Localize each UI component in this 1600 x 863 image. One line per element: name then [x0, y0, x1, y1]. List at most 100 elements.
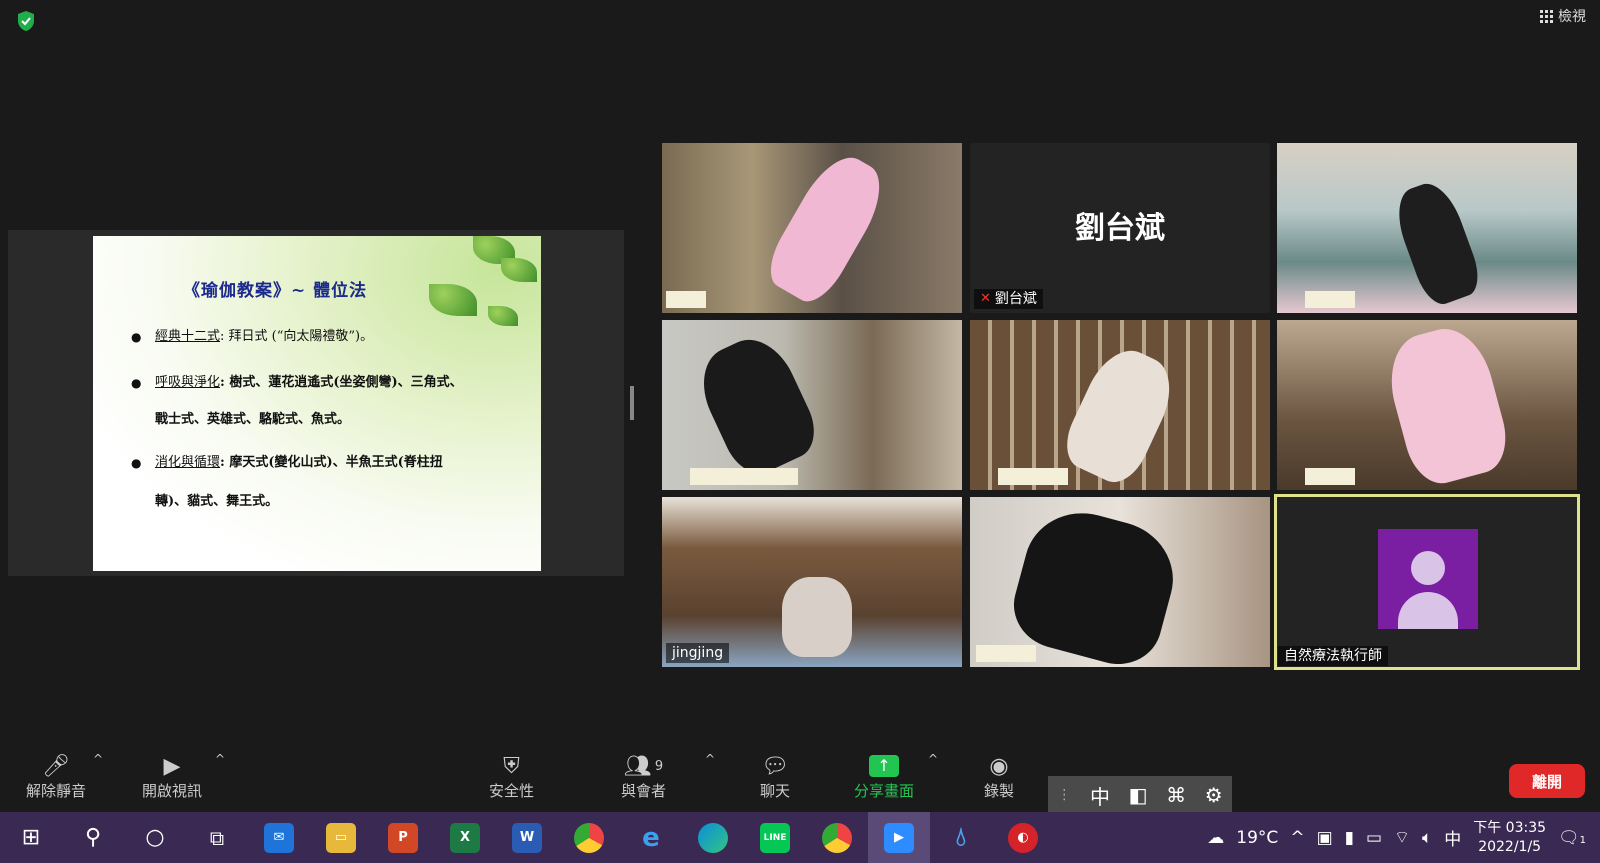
explorer-app[interactable]: ▭ — [310, 812, 372, 863]
weather-temp[interactable]: 19°C — [1236, 828, 1278, 848]
task-view-button[interactable]: ⧉ — [186, 812, 248, 863]
name-label: jingjing — [666, 643, 730, 663]
powerpoint-app[interactable]: P — [372, 812, 434, 863]
ime-width-icon[interactable]: ◧ — [1129, 783, 1148, 807]
leaf-decoration — [429, 284, 477, 316]
start-video-button[interactable]: ▶ 開啟視訊 — [142, 752, 202, 801]
video-tile[interactable] — [1277, 143, 1577, 313]
drop-app[interactable]: 💧︎ — [930, 812, 992, 863]
cortana-button[interactable]: ○ — [124, 812, 186, 863]
security-button[interactable]: ⛨ 安全性 — [489, 752, 534, 801]
chat-button[interactable]: 💬︎ 聊天 — [758, 752, 792, 801]
search-button[interactable]: ⚲ — [62, 812, 124, 863]
audio-options-caret-icon[interactable]: ^ — [93, 752, 103, 766]
participants-button[interactable]: 👥︎ 9 與會者 — [621, 752, 666, 801]
clock[interactable]: 下午 03:35 2022/1/5 — [1473, 819, 1546, 857]
name-label — [666, 291, 706, 308]
muted-mic-icon: ✕ — [980, 291, 991, 306]
mail-app[interactable]: ✉ — [248, 812, 310, 863]
chrome-app-2[interactable] — [806, 812, 868, 863]
video-options-caret-icon[interactable]: ^ — [215, 752, 225, 766]
excel-icon: X — [450, 822, 480, 853]
word-icon: W — [512, 822, 542, 853]
slide-title: 《瑜伽教案》~ 體位法 — [183, 281, 368, 301]
ime-toolbar: ⋮ 中 ◧ ⌘ ⚙ — [1048, 776, 1232, 814]
participant-video — [1004, 499, 1186, 667]
line-app[interactable]: LINE — [744, 812, 806, 863]
zoom-meeting-window: 檢視 《瑜伽教案》~ 體位法 經典十二式: 拜日式 (“向太陽禮敬”)。 呼吸與… — [0, 0, 1600, 814]
record-icon: ◉ — [989, 753, 1009, 779]
slide-bullet-cont: 轉)、貓式、舞王式。 — [155, 494, 279, 509]
zoom-icon: ▶ — [884, 822, 914, 853]
view-button[interactable]: 檢視 — [1540, 6, 1586, 26]
mail-icon: ✉ — [264, 822, 294, 853]
ime-punctuation-icon[interactable]: ⌘ — [1166, 783, 1186, 807]
zoom-app[interactable]: ▶ — [868, 812, 930, 863]
participants-caret-icon[interactable]: ^ — [705, 752, 715, 766]
avatar — [1378, 529, 1478, 629]
system-tray: ☁ 19°C ^ ▣ ▮ ▭ ⌔ 🔈︎ 中 下午 03:35 2022/1/5 … — [1207, 812, 1600, 863]
leaf-decoration — [488, 306, 518, 326]
wifi-icon[interactable]: ⌔ — [1394, 827, 1410, 848]
record-button[interactable]: ◉ 錄製 — [982, 752, 1016, 801]
chat-icon: 💬︎ — [761, 753, 789, 779]
video-tile[interactable]: 劉台斌 ✕ 劉台斌 — [970, 143, 1270, 313]
active-speaker-tile[interactable]: 自然療法執行師 — [1274, 494, 1580, 670]
name-label — [976, 645, 1036, 662]
edge-app[interactable] — [682, 812, 744, 863]
edge-icon — [698, 822, 728, 853]
video-tile[interactable] — [662, 320, 962, 490]
participant-name-large: 劉台斌 — [1075, 211, 1165, 246]
chrome-icon — [822, 822, 852, 853]
security-shield-icon[interactable] — [16, 10, 36, 32]
volume-icon[interactable]: 🔈︎ — [1422, 828, 1432, 848]
leave-button[interactable]: 離開 — [1509, 764, 1585, 798]
chrome-app[interactable] — [558, 812, 620, 863]
word-app[interactable]: W — [496, 812, 558, 863]
video-tile[interactable] — [970, 497, 1270, 667]
name-label — [1305, 291, 1355, 308]
unmute-button[interactable]: 🎤︎ 解除靜音 — [26, 752, 86, 801]
shield-icon: ⛨ — [503, 753, 520, 779]
video-tile[interactable]: jingjing — [662, 497, 962, 667]
mic-icon[interactable]: ▮ — [1345, 828, 1354, 848]
name-label — [1305, 468, 1355, 485]
ime-mode-button[interactable]: 中 — [1090, 781, 1110, 810]
video-tile[interactable] — [1277, 320, 1577, 490]
name-label: ✕ 劉台斌 — [974, 289, 1043, 309]
battery-icon[interactable]: ▭ — [1366, 828, 1382, 848]
windows-taskbar: ⊞ ⚲ ○ ⧉ ✉ ▭ P X W e LINE ▶ 💧︎ ◐ ☁ 19°C ^… — [0, 812, 1600, 863]
video-tile[interactable] — [970, 320, 1270, 490]
participant-video — [1379, 320, 1515, 490]
meeting-toolbar: 🎤︎ 解除靜音 ^ ▶ 開啟視訊 ^ ⛨ 安全性 👥︎ 9 與會者 ^ 💬︎ 聊天… — [0, 742, 1600, 812]
view-label: 檢視 — [1558, 9, 1586, 25]
ime-handle-icon[interactable]: ⋮ — [1057, 787, 1071, 803]
notification-icon[interactable]: 🗨︎1 — [1558, 828, 1586, 848]
ie-app[interactable]: e — [620, 812, 682, 863]
name-label — [998, 468, 1068, 485]
chrome-icon — [574, 822, 604, 853]
start-button[interactable]: ⊞ — [0, 812, 62, 863]
device-icon[interactable]: ▣ — [1317, 828, 1333, 848]
line-icon: LINE — [760, 822, 790, 853]
split-view-handle[interactable] — [630, 386, 634, 420]
ime-indicator[interactable]: 中 — [1444, 825, 1461, 850]
folder-icon: ▭ — [326, 822, 356, 853]
tray-expand-icon[interactable]: ^ — [1290, 828, 1304, 848]
participants-icon: 👥︎ 9 — [623, 753, 664, 779]
participant-video — [1388, 176, 1486, 310]
excel-app[interactable]: X — [434, 812, 496, 863]
video-off-icon: ▶ — [163, 753, 181, 779]
weather-cloud-icon[interactable]: ☁ — [1207, 828, 1224, 848]
share-options-caret-icon[interactable]: ^ — [928, 752, 938, 766]
name-label: 自然療法執行師 — [1278, 646, 1388, 666]
slide-bullet-cont: 戰士式、英雄式、駱駝式、魚式。 — [155, 412, 351, 427]
ime-settings-icon[interactable]: ⚙ — [1205, 783, 1223, 807]
trend-micro-app[interactable]: ◐ — [992, 812, 1054, 863]
participant-video — [759, 145, 895, 311]
share-screen-button[interactable]: ↑ 分享畫面 — [854, 752, 914, 801]
slide-bullet: 經典十二式: 拜日式 (“向太陽禮敬”)。 — [131, 328, 373, 346]
participant-video — [1056, 339, 1184, 490]
video-tile[interactable] — [662, 143, 962, 313]
cortana-icon: ○ — [145, 825, 165, 850]
